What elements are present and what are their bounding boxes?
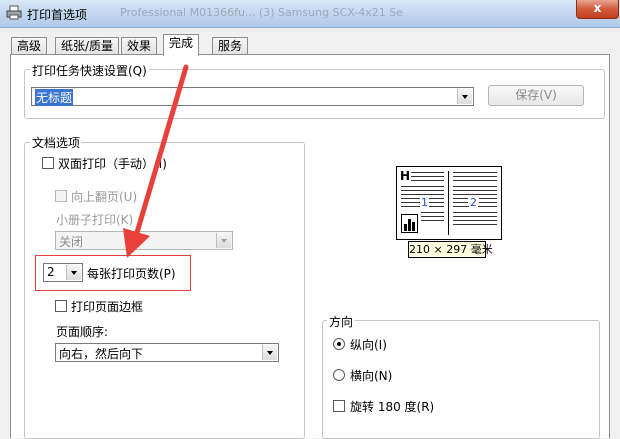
- close-icon: x: [593, 1, 602, 15]
- quick-settings-legend: 打印任务快速设置(Q): [30, 62, 149, 79]
- chevron-down-icon[interactable]: [262, 345, 277, 360]
- printer-icon: [6, 5, 22, 20]
- document-options-legend: 文档选项: [30, 134, 83, 151]
- chevron-down-icon[interactable]: [216, 233, 231, 248]
- tab-services[interactable]: 服务: [212, 37, 249, 55]
- duplex-label: 双面打印（手动）(I): [58, 157, 167, 171]
- orientation-legend: 方向: [327, 313, 356, 330]
- page-order-value: 向右，然后向下: [59, 347, 144, 361]
- booklet-select[interactable]: 关闭: [55, 231, 233, 250]
- tab-finishing[interactable]: 完成: [163, 34, 200, 56]
- pages-per-sheet-label: 每张打印页数(P): [87, 267, 176, 281]
- tab-advanced[interactable]: 高级: [11, 37, 48, 55]
- quick-settings-value: 无标题: [35, 89, 74, 106]
- quick-settings-select[interactable]: 无标题: [31, 87, 474, 106]
- chart-thumbnail-icon: [401, 214, 418, 233]
- booklet-value: 关闭: [59, 235, 84, 249]
- page-order-select[interactable]: 向右，然后向下: [55, 343, 279, 362]
- flip-up-checkbox[interactable]: [55, 190, 67, 202]
- pages-per-sheet-select[interactable]: 2: [43, 263, 83, 282]
- tab-paper-quality[interactable]: 纸张/质量: [55, 37, 120, 55]
- page-preview: H 1 2: [396, 166, 502, 240]
- portrait-radio[interactable]: [333, 338, 345, 350]
- landscape-label: 横向(N): [350, 369, 393, 383]
- page-borders-label: 打印页面边框: [71, 300, 144, 314]
- preview-divider: [448, 171, 449, 235]
- window-title-ghost: Professional M01366fu... (3) Samsung SCX…: [120, 6, 403, 19]
- flip-up-label: 向上翻页(U): [71, 190, 138, 204]
- chevron-down-icon[interactable]: [66, 265, 81, 280]
- portrait-label: 纵向(I): [350, 338, 387, 352]
- rotate-180-label: 旋转 180 度(R): [350, 400, 435, 414]
- rotate-180-checkbox[interactable]: [333, 400, 345, 412]
- preview-page-number-1: 1: [420, 196, 429, 209]
- chevron-down-icon[interactable]: [457, 89, 472, 104]
- duplex-checkbox[interactable]: [42, 157, 54, 169]
- page-borders-checkbox[interactable]: [55, 300, 67, 312]
- close-button[interactable]: x: [576, 0, 619, 19]
- title-bar: 打印首选项 Professional M01366fu... (3) Samsu…: [0, 0, 620, 28]
- landscape-radio[interactable]: [333, 369, 345, 381]
- pages-per-sheet-value: 2: [47, 265, 55, 279]
- window-title: 打印首选项: [27, 8, 88, 22]
- save-button[interactable]: 保存(V): [488, 85, 584, 106]
- preview-header-letter: H: [400, 169, 411, 183]
- booklet-label: 小册子打印(K): [56, 213, 134, 227]
- paper-size-label: 210 × 297 毫米: [408, 241, 493, 258]
- page-order-label: 页面顺序:: [56, 325, 109, 339]
- preview-page-number-2: 2: [469, 196, 478, 209]
- tab-effects[interactable]: 效果: [121, 37, 158, 55]
